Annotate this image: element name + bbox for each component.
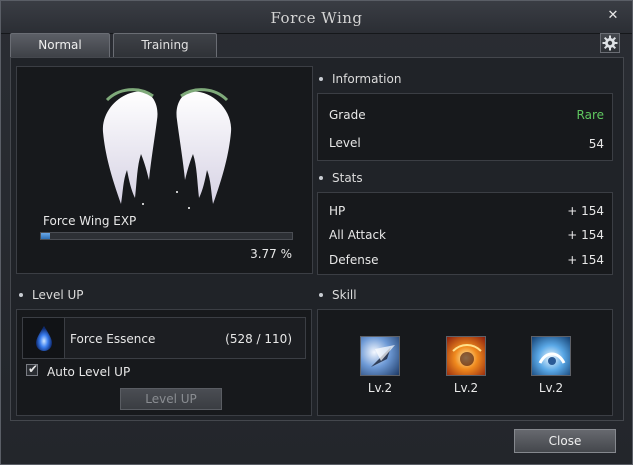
stat-value: + 154 xyxy=(567,204,604,218)
exp-percent: 3.77 % xyxy=(250,247,292,261)
auto-level-up-checkbox[interactable]: ✔ xyxy=(26,362,39,376)
bullet-icon xyxy=(319,175,323,180)
information-panel xyxy=(317,93,613,161)
window-title: Force Wing xyxy=(270,9,363,27)
level-up-button[interactable]: Level UP xyxy=(120,388,222,410)
grade-label: Grade xyxy=(329,108,366,122)
gear-icon xyxy=(602,35,618,51)
bullet-icon xyxy=(319,76,323,81)
wing-kick-skill-icon[interactable] xyxy=(360,336,400,376)
close-icon[interactable]: ✕ xyxy=(606,9,620,23)
grade-value: Rare xyxy=(576,108,604,122)
skill-level: Lv.2 xyxy=(453,381,479,395)
stat-label: All Attack xyxy=(329,228,386,242)
settings-button[interactable] xyxy=(600,33,620,53)
tab-normal[interactable]: Normal xyxy=(10,33,110,57)
stat-label: Defense xyxy=(329,253,379,267)
information-heading: Information xyxy=(319,72,401,86)
exp-progress-fill xyxy=(41,233,51,239)
essence-item-slot[interactable] xyxy=(23,318,65,358)
stats-heading: Stats xyxy=(319,171,363,185)
essence-label: Force Essence xyxy=(70,332,156,346)
level-up-heading: Level UP xyxy=(19,288,84,302)
wing-image xyxy=(102,88,232,209)
auto-level-up-label: Auto Level UP xyxy=(47,365,131,379)
close-button[interactable]: Close xyxy=(514,429,616,453)
skill-heading: Skill xyxy=(319,288,357,302)
exp-progress-bar xyxy=(40,232,293,240)
title-bar[interactable]: Force Wing ✕ xyxy=(1,1,632,34)
stat-label: HP xyxy=(329,204,346,218)
force-essence-icon xyxy=(36,326,52,351)
stat-value: + 154 xyxy=(567,253,604,267)
fire-burst-skill-icon[interactable] xyxy=(446,336,486,376)
skill-level: Lv.2 xyxy=(538,381,564,395)
bullet-icon xyxy=(19,292,23,297)
essence-count: (528 / 110) xyxy=(225,332,292,346)
stat-value: + 154 xyxy=(567,228,604,242)
level-label: Level xyxy=(329,136,361,150)
checkmark-icon: ✔ xyxy=(28,362,39,376)
tab-training[interactable]: Training xyxy=(113,33,217,57)
ice-wave-skill-icon[interactable] xyxy=(531,336,571,376)
skill-level: Lv.2 xyxy=(367,381,393,395)
level-value: 54 xyxy=(588,137,604,151)
exp-label: Force Wing EXP xyxy=(43,214,137,228)
bullet-icon xyxy=(319,292,323,297)
